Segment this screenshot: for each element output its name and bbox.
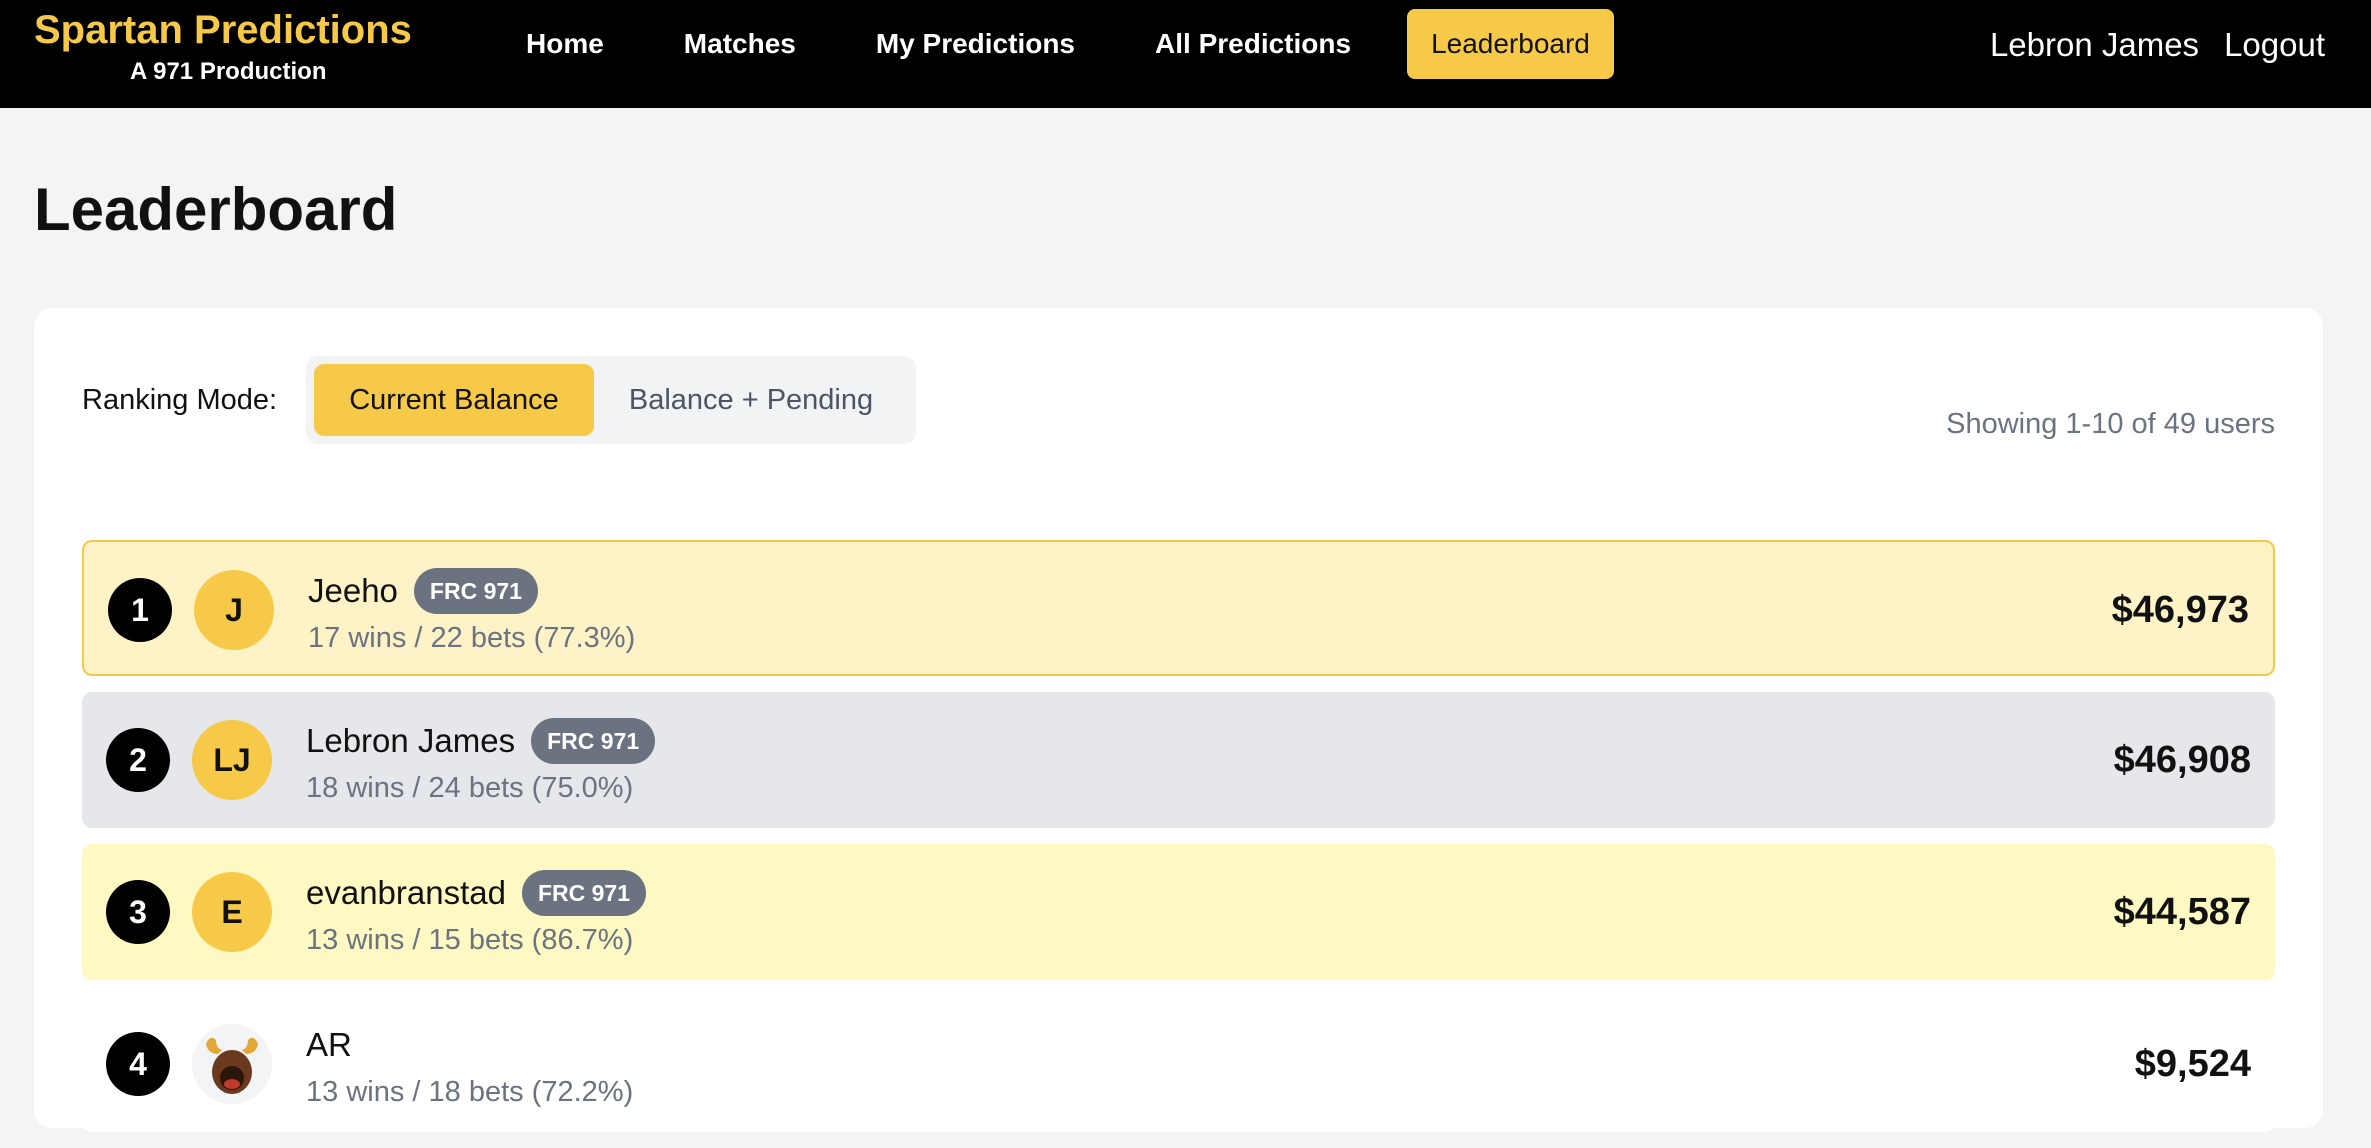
mode-balance-pending-button[interactable]: Balance + Pending	[596, 364, 906, 436]
user-balance: $9,524	[2134, 1043, 2251, 1085]
ranking-mode-label: Ranking Mode:	[82, 384, 278, 416]
user-stats: 17 wins / 22 bets (77.3%)	[308, 622, 636, 654]
rank-badge: 2	[106, 728, 170, 792]
user-display-name: Jeeho	[308, 572, 398, 609]
user-stats: 18 wins / 24 bets (75.0%)	[306, 772, 634, 804]
current-user-name[interactable]: Lebron James	[1990, 20, 2199, 70]
user-display-name: evanbranstad	[306, 874, 506, 911]
moose-avatar-icon	[192, 1024, 272, 1104]
team-badge: FRC 971	[521, 870, 647, 916]
rank-badge: 1	[108, 578, 172, 642]
avatar: E	[192, 872, 272, 952]
user-balance: $44,587	[2113, 891, 2251, 933]
avatar: J	[194, 570, 274, 650]
brand[interactable]: Spartan Predictions A 971 Production	[34, 6, 434, 85]
team-badge: FRC 971	[413, 568, 538, 614]
page-title: Leaderboard	[34, 176, 398, 243]
leaderboard-row[interactable]: 4 AR 13 wins / 18 bets (72.2%) $9,524	[82, 996, 2275, 1132]
leaderboard-row[interactable]: 1 J Jeeho FRC 971 17 wins / 22 bets (77.…	[82, 540, 2275, 676]
brand-title[interactable]: Spartan Predictions	[34, 6, 434, 54]
nav-leaderboard[interactable]: Leaderboard	[1407, 9, 1614, 79]
user-stats: 13 wins / 18 bets (72.2%)	[306, 1076, 634, 1108]
top-navbar: Spartan Predictions A 971 Production Hom…	[0, 0, 2371, 108]
brand-subtitle: A 971 Production	[130, 58, 327, 85]
logout-link[interactable]: Logout	[2224, 20, 2325, 70]
leaderboard-row[interactable]: 3 E evanbranstad FRC 971 13 wins / 15 be…	[82, 844, 2275, 980]
user-area: Lebron James Logout	[1990, 20, 2325, 70]
user-stats: 13 wins / 15 bets (86.7%)	[306, 924, 634, 956]
user-display-name: Lebron James	[306, 722, 516, 759]
user-balance: $46,908	[2113, 739, 2251, 781]
avatar: LJ	[192, 720, 272, 800]
nav-home[interactable]: Home	[502, 9, 628, 79]
team-badge: FRC 971	[531, 718, 656, 764]
name-line: Lebron James FRC 971	[306, 718, 656, 764]
nav-all-predictions[interactable]: All Predictions	[1131, 9, 1375, 79]
moose-avatar-graphic	[192, 1024, 272, 1104]
name-line: Jeeho FRC 971	[308, 568, 538, 614]
mode-current-balance-button[interactable]: Current Balance	[314, 364, 594, 436]
rank-badge: 3	[106, 880, 170, 944]
leaderboard-list: 1 J Jeeho FRC 971 17 wins / 22 bets (77.…	[82, 540, 2275, 1148]
nav-matches[interactable]: Matches	[660, 9, 820, 79]
rank-badge: 4	[106, 1032, 170, 1096]
name-line: evanbranstad FRC 971	[306, 870, 647, 916]
user-display-name: AR	[306, 1026, 352, 1063]
main-nav: Home Matches My Predictions All Predicti…	[502, 9, 1646, 79]
name-line: AR	[306, 1022, 352, 1068]
user-balance: $46,973	[2111, 589, 2249, 631]
leaderboard-card: Ranking Mode: Current Balance Balance + …	[34, 308, 2323, 1132]
ranking-mode-toggle: Current Balance Balance + Pending	[306, 356, 916, 444]
leaderboard-row[interactable]: 2 LJ Lebron James FRC 971 18 wins / 24 b…	[82, 692, 2275, 828]
nav-my-predictions[interactable]: My Predictions	[852, 9, 1099, 79]
showing-count: Showing 1-10 of 49 users	[1946, 408, 2275, 440]
